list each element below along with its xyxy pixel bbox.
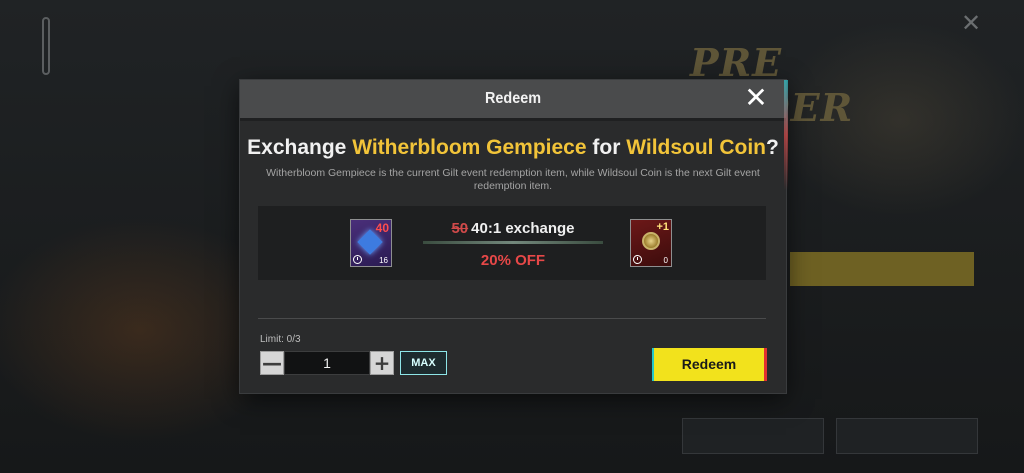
- heading-item-from: Witherbloom Gempiece: [352, 136, 587, 159]
- header-divider: [240, 118, 786, 121]
- glitch-decoration: [784, 80, 788, 190]
- background-close-icon: ✕: [960, 9, 982, 37]
- dialog-title: Redeem: [484, 90, 542, 107]
- decrease-button[interactable]: —: [260, 351, 284, 375]
- clock-icon: [353, 255, 362, 264]
- limit-label: Limit: 0/3: [260, 334, 301, 345]
- exchange-rate: 50 40:1 exchange: [423, 220, 603, 237]
- clock-icon: [633, 255, 642, 264]
- exchange-panel: 40 16 50 40:1 exchange 20% OFF +1 0: [258, 206, 766, 280]
- background-side-handle: [42, 17, 50, 75]
- item-reward: +1: [656, 221, 669, 233]
- coin-icon: [642, 232, 660, 250]
- heading-prefix: Exchange: [247, 136, 353, 159]
- increase-button[interactable]: +: [370, 351, 394, 375]
- rate-text: 40:1 exchange: [471, 220, 575, 237]
- item-owned: 16: [379, 256, 388, 265]
- item-owned: 0: [663, 256, 668, 265]
- discount-label: 20% OFF: [480, 252, 546, 269]
- section-divider: [258, 318, 766, 319]
- heading-middle: for: [586, 136, 627, 159]
- item-cost: 40: [375, 221, 389, 235]
- exchange-heading: Exchange Witherbloom Gempiece for Wildso…: [240, 136, 786, 160]
- exchange-arrow: [423, 241, 603, 244]
- quantity-stepper: — 1 +: [260, 351, 394, 375]
- quantity-input[interactable]: 1: [284, 351, 370, 375]
- heading-item-to: Wildsoul Coin: [626, 136, 767, 159]
- background-banner: [790, 252, 974, 286]
- old-rate: 50: [451, 220, 469, 237]
- redeem-button[interactable]: Redeem: [654, 348, 764, 381]
- redeem-dialog: Redeem ✕ Exchange Witherbloom Gempiece f…: [240, 80, 788, 393]
- max-button[interactable]: MAX: [400, 351, 447, 375]
- item-tile-coin[interactable]: +1 0: [630, 219, 672, 267]
- exchange-description: Witherbloom Gempiece is the current Gilt…: [266, 167, 760, 192]
- item-tile-gempiece[interactable]: 40 16: [350, 219, 392, 267]
- background-card: [836, 418, 978, 454]
- heading-suffix: ?: [766, 136, 779, 159]
- close-icon[interactable]: ✕: [743, 84, 769, 112]
- background-card: [682, 418, 824, 454]
